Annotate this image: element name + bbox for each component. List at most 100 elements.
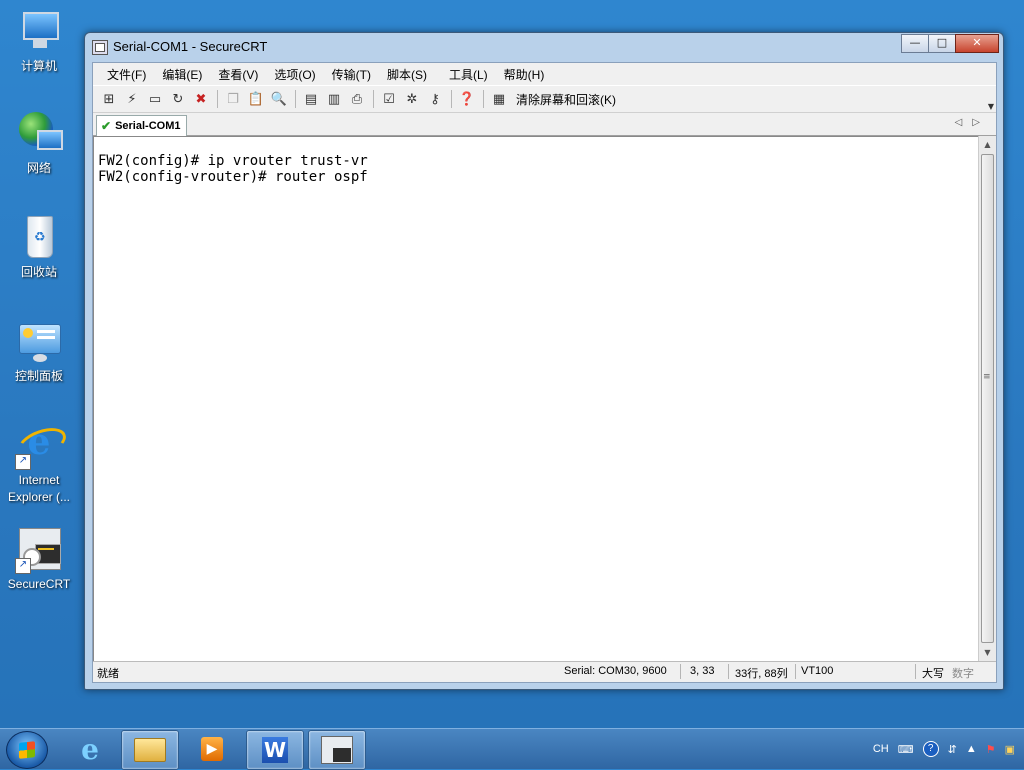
ime-options-icon[interactable]: ⇵ <box>948 743 957 756</box>
desktop-icon-label: SecureCRT <box>7 577 71 591</box>
taskbar-file-explorer[interactable] <box>121 730 179 770</box>
shortcut-arrow-icon: ↗ <box>15 558 31 574</box>
help-icon[interactable]: ❓ <box>457 90 477 108</box>
connect-icon[interactable]: ⊞ <box>99 90 119 108</box>
help-icon[interactable]: ? <box>922 741 939 757</box>
paste-icon[interactable]: 📋 <box>246 90 266 108</box>
taskbar-word[interactable]: W <box>246 730 304 770</box>
find-icon[interactable]: 🔍 <box>269 90 289 108</box>
toolbar-overflow-icon[interactable]: ▼ <box>988 102 994 111</box>
toolbar-separator <box>295 90 296 108</box>
disconnect-icon[interactable]: ✖ <box>191 90 211 108</box>
window-controls: — □ ✕ <box>901 34 999 53</box>
status-emulation: VT100 <box>801 665 834 677</box>
desktop-icon-control-panel[interactable]: 控制面板 <box>0 318 78 385</box>
media-player-icon: ▶ <box>201 737 223 761</box>
menu-tools[interactable]: 工具(L) <box>441 66 496 83</box>
reconnect-icon[interactable]: ↻ <box>168 90 188 108</box>
connect-in-tab-icon[interactable]: ▭ <box>145 90 165 108</box>
desktop-icon-network[interactable]: 网络 <box>0 110 78 177</box>
menu-view[interactable]: 查看(V) <box>210 66 266 83</box>
securecrt-icon <box>321 736 353 764</box>
desktop-icon-label: 网络 <box>26 161 51 175</box>
folder-icon <box>134 738 166 762</box>
global-options-icon[interactable]: ✲ <box>402 90 422 108</box>
maximize-button[interactable]: □ <box>928 34 956 53</box>
status-divider <box>795 664 796 679</box>
shortcut-arrow-icon: ↗ <box>15 454 31 470</box>
status-divider <box>680 664 681 679</box>
control-panel-icon <box>15 318 63 366</box>
scroll-grip-icon: ≡ <box>983 372 991 382</box>
menu-transfer[interactable]: 传输(T) <box>324 66 379 83</box>
status-bar: 就绪 Serial: COM30, 9600 3, 33 33行, 88列 VT… <box>93 661 996 682</box>
window-titlebar[interactable]: Serial-COM1 - SecureCRT — □ ✕ <box>85 33 1003 61</box>
desktop-icon-securecrt[interactable]: ↗ SecureCRT <box>0 526 78 593</box>
taskbar-media-player[interactable]: ▶ <box>184 730 240 768</box>
internet-explorer-icon: e ↗ <box>14 422 70 470</box>
copy-icon[interactable]: ❐ <box>223 90 243 108</box>
show-hidden-icons-icon[interactable]: ▲ <box>966 743 977 755</box>
scroll-down-arrow-icon[interactable]: ▼ <box>979 644 996 661</box>
toolbar-separator <box>451 90 452 108</box>
terminal-line: FW2(config-vrouter)# router ospf <box>98 169 368 185</box>
status-caps-lock: 大写 <box>922 668 944 680</box>
status-divider <box>728 664 729 679</box>
start-button[interactable] <box>6 731 48 769</box>
desktop-icon-label: 计算机 <box>20 59 57 73</box>
word-icon: W <box>262 737 288 763</box>
toolbar-separator <box>217 90 218 108</box>
desktop-icon-internet-explorer[interactable]: e ↗ Internet Explorer (... <box>0 422 78 506</box>
system-tray: CH ⌨ ? ⇵ ▲ ⚑ ▣ <box>873 729 1024 769</box>
connected-check-icon: ✔ <box>101 119 112 133</box>
toolbar-separator <box>373 90 374 108</box>
session-tab-strip: ✔ Serial-COM1 ◁▷ <box>93 113 996 136</box>
menu-edit[interactable]: 编辑(E) <box>154 66 210 83</box>
menu-help[interactable]: 帮助(H) <box>496 66 553 83</box>
status-ready: 就绪 <box>97 668 119 680</box>
terminal-line: FW2(config)# ip vrouter trust-vr <box>98 153 368 169</box>
terminal-output[interactable]: FW2(config)# ip vrouter trust-vr FW2(con… <box>93 136 979 661</box>
menu-options[interactable]: 选项(O) <box>266 66 323 83</box>
securecrt-window: Serial-COM1 - SecureCRT — □ ✕ 文件(F) 编辑(E… <box>84 32 1004 690</box>
recycle-bin-icon: ♻ <box>15 214 63 262</box>
computer-icon <box>15 8 63 56</box>
keyboard-icon[interactable]: ⌨ <box>898 743 914 756</box>
securecrt-icon: ↗ <box>15 526 63 574</box>
desktop-icon-recycle-bin[interactable]: ♻ 回收站 <box>0 214 78 281</box>
tab-label: Serial-COM1 <box>115 120 181 132</box>
internet-explorer-icon: e <box>81 732 99 766</box>
language-indicator[interactable]: CH <box>873 743 889 755</box>
menu-script[interactable]: 脚本(S) <box>379 66 435 83</box>
print-selection-icon[interactable]: ▥ <box>324 90 344 108</box>
quick-connect-icon[interactable]: ⚡ <box>122 90 142 108</box>
close-button[interactable]: ✕ <box>955 34 999 53</box>
network-globe-icon <box>15 110 63 158</box>
status-connection: Serial: COM30, 9600 <box>564 665 667 677</box>
menu-file[interactable]: 文件(F) <box>99 66 154 83</box>
desktop-icon-computer[interactable]: 计算机 <box>0 8 78 75</box>
vertical-scrollbar[interactable]: ▲ ≡ ▼ <box>978 136 996 661</box>
status-divider <box>915 664 916 679</box>
desktop-icon-label: 控制面板 <box>14 369 63 383</box>
tab-scroll-arrows[interactable]: ◁▷ <box>955 117 990 128</box>
print-icon[interactable]: ⎙ <box>347 90 367 108</box>
app-icon <box>92 40 108 55</box>
clear-screen-icon[interactable]: ▦ <box>489 90 509 108</box>
scroll-up-arrow-icon[interactable]: ▲ <box>979 136 996 153</box>
session-options-icon[interactable]: ☑ <box>379 90 399 108</box>
key-icon[interactable]: ⚷ <box>425 90 445 108</box>
clear-screen-button[interactable]: 清除屏幕和回滚(K) <box>516 91 616 108</box>
window-client-area: 文件(F) 编辑(E) 查看(V) 选项(O) 传输(T) 脚本(S) 工具(L… <box>92 62 997 683</box>
scroll-thumb[interactable] <box>981 154 994 643</box>
taskbar-securecrt[interactable] <box>308 730 366 770</box>
action-center-flag-icon[interactable]: ⚑ <box>986 743 996 756</box>
taskbar-internet-explorer[interactable]: e <box>62 730 118 768</box>
minimize-button[interactable]: — <box>901 34 929 53</box>
status-cursor-position: 3, 33 <box>690 665 715 677</box>
print-screen-icon[interactable]: ▤ <box>301 90 321 108</box>
taskbar: e ▶ W CH ⌨ ? ⇵ ▲ ⚑ ▣ <box>0 728 1024 770</box>
tab-serial-com1[interactable]: ✔ Serial-COM1 <box>96 115 188 136</box>
network-status-icon[interactable]: ▣ <box>1005 743 1015 756</box>
window-title: Serial-COM1 - SecureCRT <box>113 39 268 54</box>
